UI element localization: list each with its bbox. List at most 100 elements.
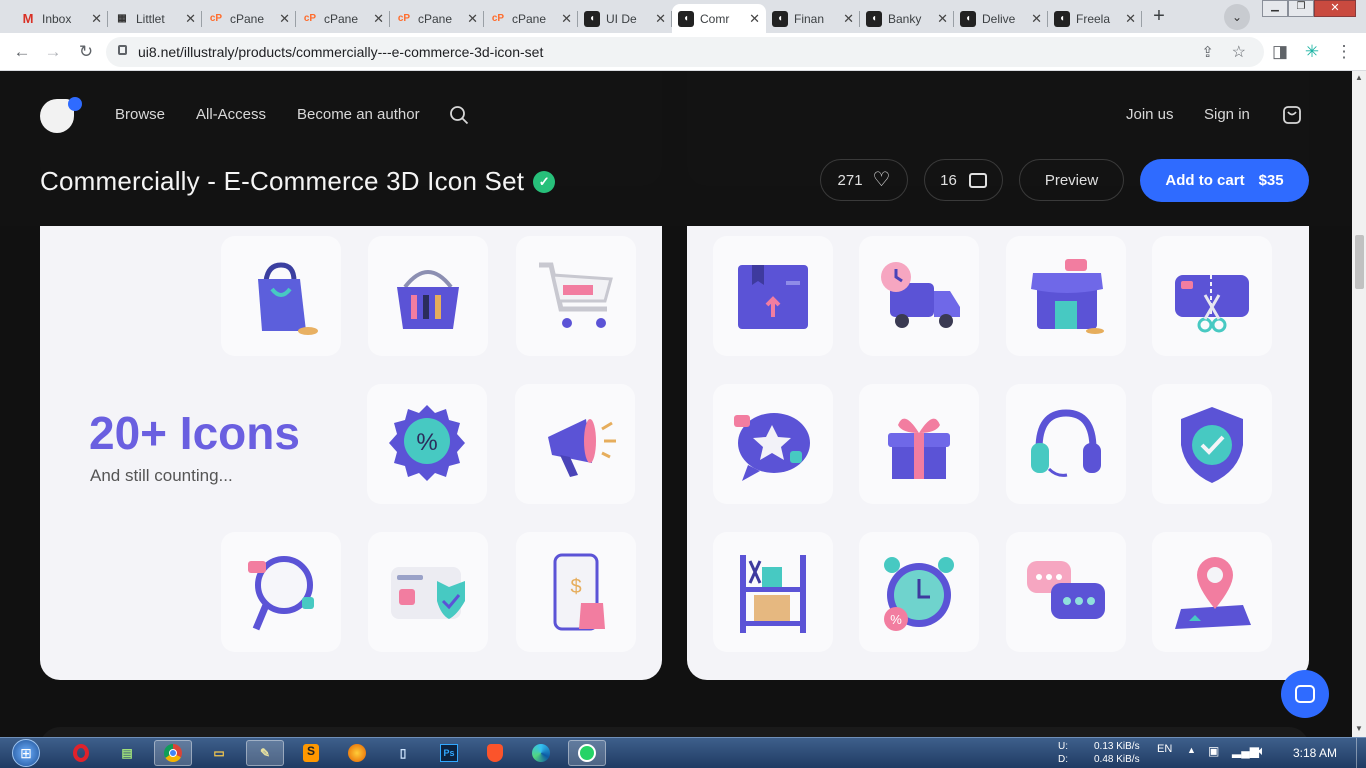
lock-icon (118, 45, 127, 55)
close-icon[interactable]: ✕ (1125, 11, 1136, 27)
tab-search-button[interactable]: ⌄ (1224, 4, 1250, 30)
close-icon[interactable]: ✕ (185, 11, 196, 27)
forward-icon[interactable]: → (43, 42, 63, 62)
svg-text:%: % (890, 612, 902, 627)
promo-subtitle: And still counting... (90, 466, 233, 485)
device-icon[interactable]: ▣ (1208, 744, 1219, 758)
package-box-icon (738, 265, 808, 329)
volume-icon[interactable]: 🔈︎ (1258, 743, 1266, 759)
cart-icon[interactable] (1282, 105, 1302, 125)
close-icon[interactable]: ✕ (467, 11, 478, 27)
littlet-icon: ▦ (117, 13, 127, 24)
reload-icon[interactable]: ↻ (76, 42, 96, 62)
tab-10[interactable]: ◖ Delive ✕ (954, 4, 1048, 33)
new-tab-button[interactable]: + (1147, 5, 1171, 29)
share-icon[interactable]: ⇪ (1201, 43, 1214, 61)
close-icon[interactable]: ✕ (1031, 11, 1042, 27)
tab-8[interactable]: ◖ Finan ✕ (766, 4, 860, 33)
close-icon[interactable]: ✕ (91, 11, 102, 27)
tab-6[interactable]: ◖ UI De ✕ (578, 4, 672, 33)
close-icon[interactable]: ✕ (937, 11, 948, 27)
preview-card-left: 20+ Icons And still counting... % $ (40, 226, 662, 680)
icon-tile (1006, 384, 1126, 504)
icon-tile: % (859, 532, 979, 652)
show-hidden-icons-icon[interactable]: ▲ (1187, 745, 1196, 755)
tab-2[interactable]: cP cPane ✕ (202, 4, 296, 33)
whatsapp-taskbar-icon[interactable] (568, 740, 606, 766)
close-icon[interactable]: ✕ (561, 11, 572, 27)
nav-become-author[interactable]: Become an author (297, 106, 420, 123)
sublime-taskbar-icon[interactable]: S (292, 740, 330, 766)
edge-taskbar-icon[interactable] (522, 740, 560, 766)
location-pin-map-icon (1175, 557, 1251, 629)
firefox-taskbar-icon[interactable] (338, 740, 376, 766)
tab-1[interactable]: ▦ Littlet ✕ (108, 4, 202, 33)
file-sync-taskbar-icon[interactable]: ▤ (108, 740, 146, 766)
back-icon[interactable]: ← (12, 42, 32, 62)
bookmark-star-icon[interactable]: ☆ (1232, 42, 1246, 62)
alarm-clock-icon: % (884, 557, 954, 631)
like-button[interactable]: 271 ♡ (820, 159, 908, 201)
nav-all-access[interactable]: All-Access (196, 106, 266, 123)
close-icon[interactable]: ✕ (279, 11, 290, 27)
nav-browse[interactable]: Browse (115, 106, 165, 123)
scrollbar-thumb[interactable] (1355, 235, 1364, 289)
notepad-taskbar-icon[interactable]: ✎ (246, 740, 284, 766)
chat-support-button[interactable] (1281, 670, 1329, 718)
windows-logo-icon: ⊞ (12, 739, 40, 767)
cpanel-icon: cP (209, 13, 223, 24)
headset-support-icon (1031, 409, 1101, 477)
start-button[interactable]: ⊞ (6, 738, 46, 768)
add-to-cart-button[interactable]: Add to cart $35 (1140, 159, 1309, 202)
ui8-icon: ◖ (960, 10, 976, 27)
opera-taskbar-icon[interactable] (62, 740, 100, 766)
ui8-logo[interactable] (40, 97, 82, 133)
scroll-up-arrow[interactable]: ▲ (1355, 73, 1363, 82)
comments-button[interactable]: 16 (924, 159, 1003, 201)
scroll-down-arrow[interactable]: ▼ (1355, 724, 1363, 733)
tab-3[interactable]: cP cPane ✕ (296, 4, 390, 33)
ui8-icon: ◖ (1054, 10, 1070, 27)
gmail-icon: M (22, 11, 34, 26)
magnifier-icon (248, 556, 314, 631)
preview-label: Preview (1044, 171, 1099, 189)
chrome-taskbar-icon[interactable] (154, 740, 192, 766)
nav-join-us[interactable]: Join us (1126, 106, 1174, 123)
minimize-button[interactable]: ▁ (1262, 0, 1288, 17)
photoshop-taskbar-icon[interactable]: Ps (430, 740, 468, 766)
side-panel-icon[interactable]: ◨ (1270, 42, 1290, 62)
tab-5[interactable]: cP cPane ✕ (484, 4, 578, 33)
show-desktop-button[interactable] (1356, 738, 1366, 768)
close-icon[interactable]: ✕ (373, 11, 384, 27)
search-icon[interactable] (449, 105, 469, 125)
signal-icon[interactable]: ▂▄▆ (1232, 744, 1259, 758)
extension-icon[interactable]: ✳ (1302, 42, 1322, 62)
menu-icon[interactable]: ⋮ (1334, 42, 1354, 62)
icon-tile (368, 532, 488, 652)
preview-button[interactable]: Preview (1019, 159, 1124, 201)
svg-text:$: $ (570, 576, 581, 598)
icon-tile (1006, 236, 1126, 356)
brave-taskbar-icon[interactable] (476, 740, 514, 766)
close-icon[interactable]: ✕ (655, 11, 666, 27)
tab-4[interactable]: cP cPane ✕ (390, 4, 484, 33)
nav-sign-in[interactable]: Sign in (1204, 106, 1250, 123)
tab-7-active[interactable]: ◖ Comr ✕ (672, 4, 766, 33)
tab-0[interactable]: M Inbox ✕ (14, 4, 108, 33)
close-icon[interactable]: ✕ (843, 11, 854, 27)
address-bar[interactable]: ui8.net/illustraly/products/commercially… (106, 37, 1264, 67)
page-scrollbar[interactable]: ▲ ▼ (1352, 71, 1366, 737)
maximize-button[interactable]: ❐ (1288, 0, 1314, 17)
secure-payment-icon (391, 567, 465, 619)
clock[interactable]: 3:18 AM (1293, 746, 1337, 760)
close-window-button[interactable]: ✕ (1314, 0, 1356, 17)
notes-taskbar-icon[interactable]: ▯ (384, 740, 422, 766)
file-explorer-taskbar-icon[interactable]: ▭ (200, 740, 238, 766)
gift-box-icon (888, 418, 950, 479)
close-icon[interactable]: ✕ (749, 11, 760, 27)
tab-11[interactable]: ◖ Freela ✕ (1048, 4, 1142, 33)
tab-9[interactable]: ◖ Banky ✕ (860, 4, 954, 33)
verified-badge-icon: ✓ (533, 170, 556, 193)
chevron-down-icon: ⌄ (1231, 10, 1243, 24)
language-indicator[interactable]: EN (1157, 743, 1172, 755)
